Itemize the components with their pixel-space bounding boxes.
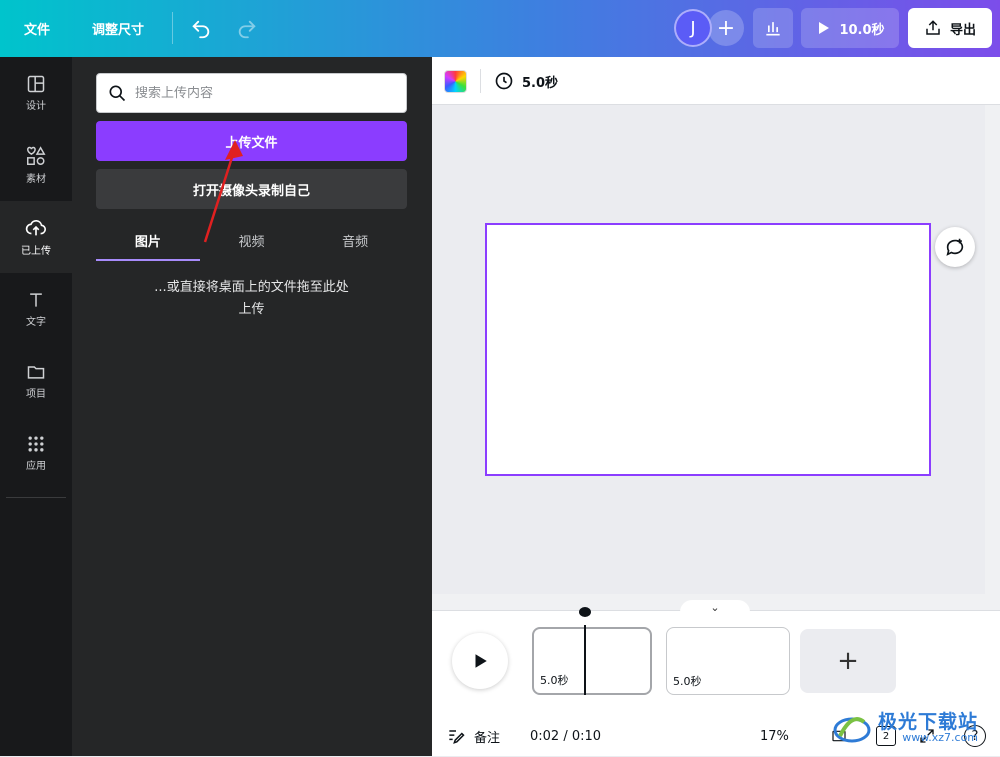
rail-item-projects[interactable]: 项目 — [0, 345, 72, 417]
avatar[interactable]: J — [674, 9, 712, 47]
rail-item-text[interactable]: 文字 — [0, 273, 72, 345]
canvas-area — [432, 105, 1000, 610]
tab-audio[interactable]: 音频 — [303, 219, 407, 261]
clock-icon — [495, 72, 513, 90]
divider — [480, 69, 481, 93]
watermark: 极光下载站 www.xz7.com — [832, 700, 1000, 756]
context-toolbar: 5.0秒 — [432, 57, 1000, 105]
elements-icon — [27, 146, 46, 165]
tab-videos[interactable]: 视频 — [200, 219, 304, 261]
clip-duration: 5.0秒 — [673, 675, 702, 688]
chevron-down-icon[interactable]: ⌄ — [680, 600, 750, 614]
timeline-clip[interactable]: 5.0秒 — [532, 627, 652, 695]
tab-images[interactable]: 图片 — [96, 219, 200, 261]
vertical-scrollbar[interactable] — [985, 105, 1000, 610]
top-bar: 文件 调整尺寸 + J 10.0秒 导出 — [0, 0, 1000, 57]
add-page-button[interactable]: + — [800, 629, 896, 693]
watermark-url: www.xz7.com — [902, 731, 979, 745]
record-yourself-button[interactable]: 打开摄像头录制自己 — [96, 169, 407, 209]
search-input[interactable] — [135, 85, 385, 101]
apps-grid-icon — [28, 436, 44, 452]
duration-button[interactable]: 5.0秒 — [494, 57, 558, 105]
rail-label: 应用 — [26, 461, 46, 472]
notes-button[interactable]: 备注 — [446, 726, 500, 746]
watermark-logo — [833, 717, 871, 743]
export-label: 导出 — [949, 22, 976, 38]
undo-icon[interactable] — [190, 0, 212, 57]
drop-hint-line2: 上传 — [238, 302, 265, 317]
play-icon — [475, 654, 487, 668]
upload-file-button[interactable]: 上传文件 — [96, 121, 407, 161]
rail-label: 设计 — [26, 101, 46, 112]
divider — [172, 12, 173, 44]
rail-item-apps[interactable]: 应用 — [0, 417, 72, 489]
timeline-clip[interactable]: 5.0秒 — [666, 627, 790, 695]
drop-hint-line1: ...或直接将桌面上的文件拖至此处 — [154, 280, 349, 295]
play-button[interactable] — [452, 633, 508, 689]
notes-label: 备注 — [474, 730, 501, 746]
export-button[interactable]: 导出 — [908, 8, 992, 48]
uploads-panel: 上传文件 打开摄像头录制自己 图片 视频 音频 ...或直接将桌面上的文件拖至此… — [72, 57, 432, 756]
playhead[interactable] — [584, 625, 586, 695]
redo-icon[interactable] — [236, 0, 258, 57]
clip-duration: 5.0秒 — [540, 674, 569, 687]
search-box — [96, 73, 407, 113]
folder-icon — [27, 366, 45, 379]
time-readout: 0:02 / 0:10 — [530, 728, 602, 744]
share-icon — [926, 20, 940, 35]
add-comment-icon[interactable] — [935, 227, 975, 267]
rail-item-elements[interactable]: 素材 — [0, 129, 72, 201]
text-icon — [30, 293, 42, 307]
rail-label: 已上传 — [21, 246, 51, 257]
rail-label: 项目 — [26, 389, 46, 400]
background-color-icon[interactable] — [444, 70, 467, 93]
search-icon — [109, 85, 126, 102]
play-duration: 10.0秒 — [839, 22, 885, 38]
rail-label: 素材 — [26, 174, 46, 185]
drop-hint: ...或直接将桌面上的文件拖至此处 上传 — [96, 277, 407, 321]
play-preview-button[interactable]: 10.0秒 — [801, 8, 899, 48]
watermark-text: 极光下载站 — [878, 710, 979, 733]
add-collaborator-button[interactable]: + — [708, 10, 744, 46]
insights-icon[interactable] — [753, 8, 793, 48]
playhead-handle[interactable] — [579, 607, 591, 617]
rail-label: 文字 — [26, 317, 46, 328]
layout-icon — [27, 75, 45, 93]
upload-cloud-icon — [25, 219, 46, 236]
duration-value: 5.0秒 — [522, 75, 559, 91]
resize-menu[interactable]: 调整尺寸 — [92, 0, 144, 57]
file-menu[interactable]: 文件 — [24, 0, 50, 57]
play-icon — [819, 22, 830, 34]
notes-icon — [449, 730, 465, 744]
rail-item-design[interactable]: 设计 — [0, 57, 72, 129]
design-page[interactable] — [485, 223, 931, 476]
media-tabs: 图片 视频 音频 — [96, 219, 407, 261]
side-rail: 设计 素材 已上传 文字 项目 应用 — [0, 57, 72, 756]
divider — [6, 497, 66, 498]
rail-item-uploads[interactable]: 已上传 — [0, 201, 72, 273]
zoom-level[interactable]: 17% — [760, 729, 789, 744]
